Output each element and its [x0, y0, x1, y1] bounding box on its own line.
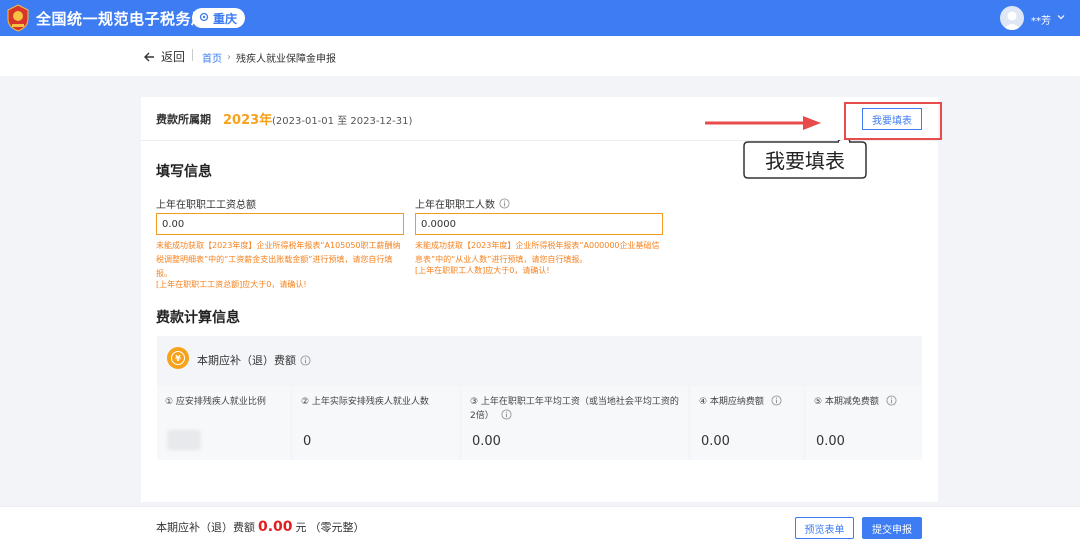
bottom-action-bar: 本期应补（退）费额 0.00 元 （零元整） 预览表单 提交申报 — [0, 506, 1080, 547]
salary-total-error: [上年在职职工工资总额]应大于0，请确认! — [156, 280, 307, 289]
yen-coin-icon: ¥ — [167, 347, 189, 369]
info-icon[interactable] — [300, 354, 311, 366]
total-amount: 0.00 — [258, 519, 293, 535]
top-nav-bar: 全国统一规范电子税务局 重庆 **芳 — [0, 0, 1080, 36]
user-icon — [1003, 11, 1021, 30]
fee-col-label-text: ④ 本期应纳费额 — [699, 397, 764, 407]
fee-col-value: 0.00 — [472, 434, 501, 449]
fee-col-ratio: ① 应安排残疾人就业比例 — [157, 386, 290, 460]
total-label: 本期应补（退）费额 — [156, 521, 255, 534]
fee-col-value: 0.00 — [701, 434, 730, 449]
back-label: 返回 — [161, 50, 186, 64]
period-range: (2023-01-01 至 2023-12-31) — [272, 116, 413, 127]
headcount-label-text: 上年在职职工人数 — [415, 200, 495, 211]
fee-col-avg-salary: ③ 上年在职职工年平均工资（或当地社会平均工资的2倍） 0.00 — [462, 386, 688, 460]
red-arrow-icon — [705, 116, 821, 130]
salary-total-label: 上年在职职工工资总额 — [156, 196, 256, 211]
breadcrumb-current: 残疾人就业保障金申报 — [236, 54, 336, 65]
region-label: 重庆 — [213, 11, 238, 26]
fee-calc-title: 费款计算信息 — [156, 310, 240, 326]
headcount-help: 未能成功获取【2023年度】企业所得税年报表“A000000企业基础信息表”中的… — [415, 241, 660, 264]
info-icon[interactable] — [886, 395, 897, 406]
total-unit: 元 — [295, 521, 307, 534]
breadcrumb-bar: 返回 首页 › 残疾人就业保障金申报 — [0, 36, 1080, 76]
salary-total-help: 未能成功获取【2023年度】企业所得税年报表“A105050职工薪酬纳税调整明细… — [156, 241, 401, 278]
headcount-input[interactable]: 0.0000 — [415, 213, 663, 235]
tax-emblem-logo — [7, 4, 29, 32]
site-title: 全国统一规范电子税务局 — [36, 10, 207, 28]
fill-info-title: 填写信息 — [156, 164, 212, 180]
salary-total-input[interactable]: 0.00 — [156, 213, 404, 235]
chevron-down-icon[interactable] — [1056, 12, 1066, 22]
fee-col-value: 0.00 — [816, 434, 845, 449]
info-icon[interactable] — [499, 198, 510, 209]
fee-col-label: ① 应安排残疾人就业比例 — [165, 397, 266, 407]
total-fee-summary: 本期应补（退）费额 0.00 元 （零元整） — [156, 519, 365, 535]
fee-col-label: ⑤ 本期减免费额 — [814, 395, 914, 409]
user-avatar[interactable] — [1000, 6, 1024, 30]
headcount-error: [上年在职职工人数]应大于0，请确认! — [415, 266, 550, 275]
callout-text: 我要填表 — [765, 148, 845, 173]
period-label: 费款所属期 — [156, 113, 211, 126]
headcount-label: 上年在职职工人数 — [415, 196, 510, 211]
breadcrumb-home-link[interactable]: 首页 — [202, 50, 222, 65]
fee-columns: ① 应安排残疾人就业比例 ② 上年实际安排残疾人就业人数 0 ③ 上年在职职工年… — [157, 386, 922, 460]
fee-calc-box: ¥ 本期应补（退）费额 ① 应安排残疾人就业比例 ② 上年实际安排残疾人就业人数… — [157, 336, 922, 460]
user-name[interactable]: **芳 — [1031, 12, 1051, 27]
fee-head-label: 本期应补（退）费额 — [197, 352, 311, 368]
salary-total-label-text: 上年在职职工工资总额 — [156, 200, 256, 211]
fee-col-label: ② 上年实际安排残疾人就业人数 — [301, 397, 429, 407]
fee-col-payable: ④ 本期应纳费额 0.00 — [691, 386, 803, 460]
redacted-value — [167, 430, 201, 450]
period-year: 2023年 — [223, 113, 273, 128]
fee-col-disabled-count: ② 上年实际安排残疾人就业人数 0 — [293, 386, 459, 460]
submit-declaration-button[interactable]: 提交申报 — [862, 517, 922, 539]
info-icon[interactable] — [501, 409, 512, 420]
fee-col-label: ④ 本期应纳费额 — [699, 395, 795, 409]
total-words: （零元整） — [309, 521, 365, 534]
info-icon[interactable] — [771, 395, 782, 406]
breadcrumb-separator: › — [227, 52, 231, 63]
fee-col-label: ③ 上年在职职工年平均工资（或当地社会平均工资的2倍） — [470, 395, 680, 423]
location-pin-icon — [199, 12, 209, 22]
fee-col-reduction: ⑤ 本期减免费额 0.00 — [806, 386, 922, 460]
region-selector[interactable]: 重庆 — [192, 8, 246, 28]
arrow-left-icon — [144, 52, 154, 61]
preview-form-button[interactable]: 预览表单 — [795, 517, 854, 539]
fee-head-label-text: 本期应补（退）费额 — [197, 354, 296, 367]
fee-col-label-text: ⑤ 本期减免费额 — [814, 397, 879, 407]
fee-col-value: 0 — [303, 434, 312, 449]
back-button[interactable]: 返回 — [143, 48, 185, 65]
highlight-box — [844, 102, 942, 140]
breadcrumb: 首页 › 残疾人就业保障金申报 — [202, 50, 336, 65]
fee-head: ¥ 本期应补（退）费额 — [157, 336, 922, 382]
yen-symbol: ¥ — [171, 351, 185, 365]
divider — [192, 49, 193, 61]
